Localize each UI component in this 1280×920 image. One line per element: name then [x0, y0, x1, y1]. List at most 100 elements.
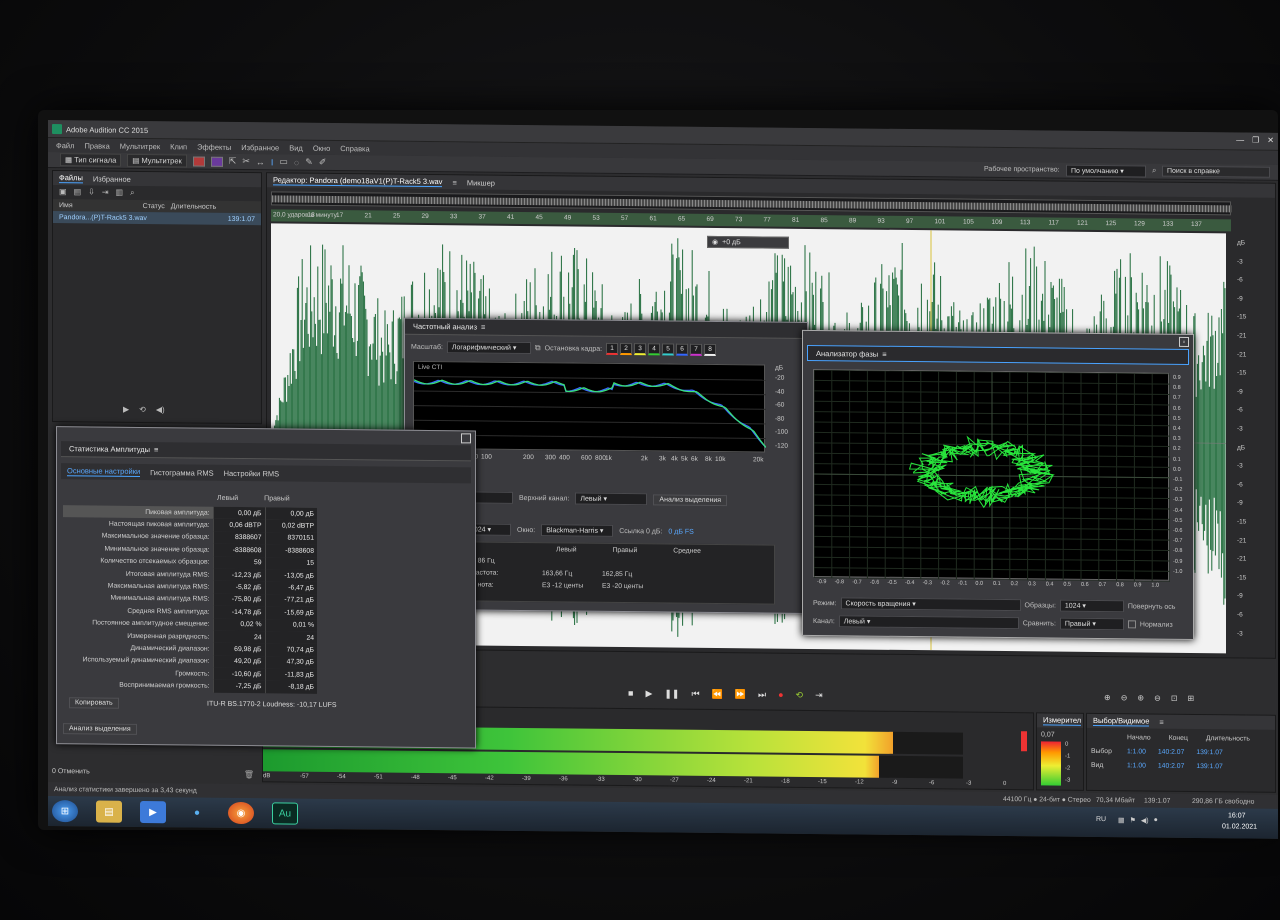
zoom-selection-icon[interactable]: ⊞: [1188, 694, 1195, 703]
scale-dropdown[interactable]: Логарифмический ▾: [446, 341, 531, 355]
menu-item[interactable]: Справка: [340, 144, 369, 153]
minimize-icon[interactable]: —: [1236, 135, 1244, 144]
zoom-out-amplitude-icon[interactable]: ⊖: [1121, 693, 1128, 702]
compare-dropdown[interactable]: Правый ▾: [1059, 617, 1124, 631]
search-icon[interactable]: ⌕: [130, 188, 134, 198]
ref-value[interactable]: 0 дБ FS: [668, 528, 693, 535]
rewind-icon[interactable]: ⏪: [712, 689, 723, 700]
play-icon[interactable]: ▶: [645, 688, 652, 699]
hud-volume[interactable]: ◉ +0 дБ: [707, 235, 789, 249]
selection-end[interactable]: 140:2.07: [1158, 749, 1184, 756]
window-dropdown[interactable]: Blackman-Harris ▾: [541, 524, 614, 537]
tab-basic-settings[interactable]: Основные настройки: [67, 466, 141, 477]
volume-icon[interactable]: ◀): [156, 405, 165, 414]
normalize-checkbox[interactable]: [1127, 620, 1136, 629]
loop-preview-icon[interactable]: ⟲: [139, 405, 146, 414]
start-button-icon[interactable]: ⊞: [52, 800, 78, 823]
close-icon[interactable]: ▫: [1179, 336, 1189, 347]
stop-icon[interactable]: ■: [628, 688, 633, 699]
spectral-display-icon[interactable]: [192, 156, 205, 167]
freeze-slot[interactable]: 3: [634, 343, 647, 356]
menu-item[interactable]: Избранное: [241, 143, 279, 152]
tab-favorites[interactable]: Избранное: [93, 174, 131, 183]
tab-files[interactable]: Файлы: [59, 173, 83, 184]
freeze-slot[interactable]: 6: [676, 343, 689, 356]
menu-item[interactable]: Мультитрек: [120, 141, 160, 150]
tab-menu-icon[interactable]: ≡: [452, 178, 456, 187]
panel-menu-icon[interactable]: ≡: [882, 349, 886, 358]
trash-icon[interactable]: 🗑: [244, 770, 254, 779]
mode-dropdown[interactable]: Скорость вращения ▾: [840, 597, 1021, 612]
file-row[interactable]: Pandora...(P)T-Rack5 3.wav 139:1.07: [53, 211, 261, 226]
analyze-selection-button[interactable]: Анализ выделения: [653, 493, 728, 506]
network-icon[interactable]: ▦: [1118, 816, 1125, 824]
panel-menu-icon[interactable]: ≡: [154, 445, 158, 454]
slip-tool-icon[interactable]: ↔: [256, 157, 265, 167]
tab-mixer[interactable]: Микшер: [467, 178, 495, 187]
go-to-start-icon[interactable]: ⏮: [691, 689, 699, 700]
loop-icon[interactable]: ⟲: [796, 690, 804, 701]
tab-rms-histogram[interactable]: Гистограмма RMS: [150, 468, 213, 478]
fast-forward-icon[interactable]: ⏩: [735, 689, 746, 700]
channel-dropdown[interactable]: Левый ▾: [575, 492, 648, 506]
update-icon[interactable]: ●: [1154, 817, 1158, 825]
zoom-out-time-icon[interactable]: ⊖: [1154, 694, 1161, 703]
media-player-icon[interactable]: ▶: [140, 800, 166, 824]
new-file-icon[interactable]: ▤: [74, 187, 82, 197]
explorer-icon[interactable]: ▤: [96, 800, 122, 823]
tab-rms-settings[interactable]: Настройки RMS: [224, 468, 280, 478]
menu-item[interactable]: Вид: [289, 143, 303, 152]
brush-tool-icon[interactable]: ✎: [305, 157, 313, 168]
workspace-dropdown[interactable]: По умолчанию ▾: [1066, 164, 1146, 178]
freeze-slot[interactable]: 2: [620, 342, 633, 356]
menu-item[interactable]: Правка: [84, 141, 109, 150]
zoom-full-icon[interactable]: ⊡: [1171, 694, 1178, 703]
go-to-end-icon[interactable]: ⏭: [758, 689, 766, 700]
panel-menu-icon[interactable]: ≡: [481, 323, 485, 332]
flag-icon[interactable]: ⚑: [1130, 816, 1136, 824]
open-folder-icon[interactable]: ▣: [59, 187, 67, 197]
help-search-input[interactable]: Поиск в справке: [1162, 165, 1270, 178]
menu-item[interactable]: Клип: [170, 142, 187, 151]
drop-icon[interactable]: ●: [184, 801, 210, 823]
copy-frame-icon[interactable]: ⧉: [535, 343, 541, 353]
zoom-in-amplitude-icon[interactable]: ⊕: [1104, 693, 1111, 702]
tab-measure[interactable]: Измерител: [1043, 715, 1082, 726]
panel-menu-icon[interactable]: ≡: [1159, 717, 1163, 726]
selection-start[interactable]: 1:1.00: [1127, 748, 1146, 755]
pause-icon[interactable]: ❚❚: [664, 688, 679, 699]
menu-item[interactable]: Файл: [56, 141, 74, 150]
rotate-label[interactable]: Повернуть ось: [1128, 603, 1176, 610]
freeze-slot[interactable]: 7: [690, 343, 703, 356]
history-undo[interactable]: 0 Отменить: [52, 768, 90, 775]
record-icon[interactable]: ●: [778, 690, 783, 701]
freeze-slot[interactable]: 1: [606, 342, 619, 355]
tab-editor[interactable]: Редактор: Pandora (demo18aV1(P)T-Rack5 3…: [273, 175, 443, 188]
play-preview-icon[interactable]: ▶: [123, 405, 129, 414]
pitch-display-icon[interactable]: [210, 156, 223, 167]
menu-item[interactable]: Окно: [313, 143, 330, 152]
menu-item[interactable]: Эффекты: [197, 142, 231, 151]
close-icon[interactable]: ✕: [1267, 136, 1274, 145]
copy-button[interactable]: Копировать: [69, 697, 119, 709]
multitrack-view-button[interactable]: ▤ Мультитрек: [127, 153, 187, 168]
move-tool-icon[interactable]: ⇱: [229, 156, 237, 167]
insert-icon[interactable]: ⇥: [102, 188, 109, 198]
tab-selection[interactable]: Выбор/Видимое: [1093, 715, 1150, 727]
delete-icon[interactable]: ▥: [116, 188, 124, 198]
import-icon[interactable]: ⇩: [88, 187, 95, 197]
zoom-in-time-icon[interactable]: ⊕: [1137, 693, 1144, 702]
time-selection-tool-icon[interactable]: I: [271, 157, 274, 167]
view-end[interactable]: 140:2.07: [1158, 763, 1184, 770]
lasso-tool-icon[interactable]: ◌: [294, 157, 299, 167]
freeze-slot[interactable]: 5: [662, 343, 675, 356]
healing-tool-icon[interactable]: ✐: [319, 157, 327, 168]
view-start[interactable]: 1:1.00: [1127, 762, 1146, 769]
close-icon[interactable]: [461, 433, 471, 444]
firefox-icon[interactable]: ◉: [228, 801, 254, 825]
volume-tray-icon[interactable]: ◀): [1141, 816, 1149, 824]
view-duration[interactable]: 139:1.07: [1196, 763, 1222, 770]
skip-icon[interactable]: ⇥: [815, 690, 823, 701]
analyze-selection-button[interactable]: Анализ выделения: [63, 723, 137, 735]
waveform-view-button[interactable]: ▦ Тип сигнала: [60, 153, 122, 167]
